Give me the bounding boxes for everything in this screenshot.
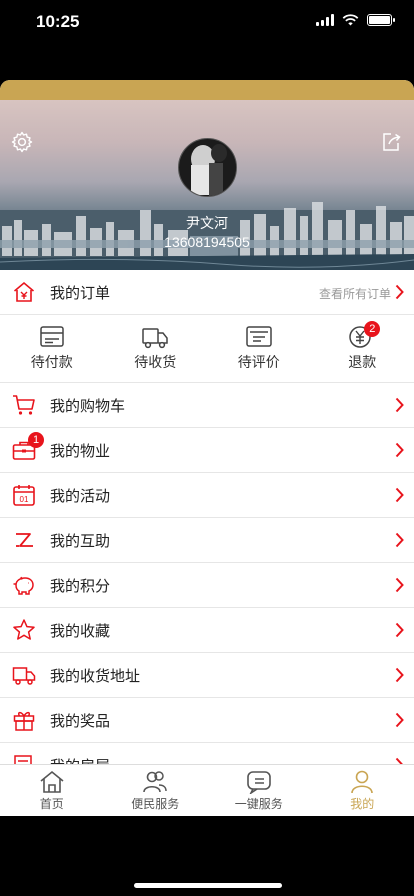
tab-convenience-services[interactable]: 便民服务 [104,765,208,816]
menu-item-mutual-aid[interactable]: 我的互助 [0,518,414,563]
order-status-pending-payment[interactable]: 待付款 [0,315,104,382]
order-house-icon [13,281,35,302]
calendar-icon-text: 01 [20,495,29,504]
signal-icon [316,14,334,26]
order-status-bar: 待付款 待收货 待评价 退款 2 [0,315,414,383]
user-phone: 13608194505 [164,234,250,250]
chevron-right-icon [395,577,404,593]
status-bar: 10:25 [0,0,414,44]
menu-item-label: 我的活动 [50,487,111,505]
menu-item-favorites[interactable]: 我的收藏 [0,608,414,653]
avatar[interactable] [178,138,237,197]
menu-item-prizes[interactable]: 我的奖品 [0,698,414,743]
chevron-right-icon [395,442,404,458]
order-status-pending-review[interactable]: 待评价 [207,315,311,382]
app-screen: 尹文河 13608194505 我的订单 查看所有订单 待付款 待收货 待评价 … [0,80,414,816]
menu-item-label: 我的积分 [50,577,111,595]
profile-header: 尹文河 13608194505 [0,100,414,270]
menu-item-activities[interactable]: 01 我的活动 [0,473,414,518]
bottom-tab-bar: 首页 便民服务 一键服务 我的 [0,764,414,816]
tab-mine[interactable]: 我的 [311,765,414,816]
avatar-photo [179,139,236,196]
service-icon [246,771,271,794]
chevron-right-icon [395,667,404,683]
tab-label: 一键服务 [234,797,283,811]
chevron-right-icon [395,622,404,638]
tab-label: 首页 [39,797,64,811]
view-all-orders-link[interactable]: 查看所有订单 [319,285,391,302]
comment-icon [246,326,272,347]
menu-item-points[interactable]: 我的积分 [0,563,414,608]
settings-gear-icon[interactable] [10,130,34,154]
tab-home[interactable]: 首页 [0,765,104,816]
order-status-label: 待付款 [30,354,73,370]
truck-icon [142,328,168,349]
gift-icon [13,711,35,731]
home-indicator[interactable] [134,883,282,888]
wallet-icon [40,326,64,347]
star-icon [13,619,35,640]
tab-label: 我的 [350,797,375,811]
people-icon [143,771,167,793]
status-icons [316,14,395,26]
tab-label: 便民服务 [131,797,180,811]
chevron-right-icon [395,487,404,503]
exchange-icon [16,533,33,547]
home-icon [40,770,64,793]
order-status-refund[interactable]: 退款 2 [311,315,414,382]
menu-item-label: 我的收藏 [50,622,111,640]
user-name: 尹文河 [186,215,228,231]
tab-one-click-service[interactable]: 一键服务 [207,765,311,816]
refund-count-badge: 2 [364,321,381,337]
chevron-right-icon [395,284,404,300]
delivery-truck-icon [12,667,36,685]
chevron-right-icon [395,712,404,728]
user-icon [351,770,374,794]
property-count-badge: 1 [28,432,44,448]
nav-bar [0,80,414,100]
menu-item-shipping-address[interactable]: 我的收货地址 [0,653,414,698]
battery-icon [367,14,395,26]
wifi-icon [342,14,359,26]
order-status-label: 待收货 [134,354,177,370]
menu-item-cart[interactable]: 我的购物车 [0,383,414,428]
order-status-label: 待评价 [237,354,280,370]
chevron-right-icon [395,397,404,413]
menu-item-label: 我的收货地址 [50,667,141,685]
calendar-icon: 01 [13,485,35,506]
cart-icon [13,395,35,415]
piggy-bank-icon [13,576,34,595]
order-status-label: 退款 [348,354,377,370]
menu-item-label: 我的物业 [50,442,111,460]
menu-item-label: 我的互助 [50,532,111,550]
my-orders-row[interactable]: 我的订单 查看所有订单 [0,270,414,315]
menu-item-label: 我的购物车 [50,397,126,415]
share-icon[interactable] [380,131,402,153]
chevron-right-icon [395,532,404,548]
menu-item-property[interactable]: 1 我的物业 [0,428,414,473]
order-status-pending-receipt[interactable]: 待收货 [104,315,208,382]
my-orders-label: 我的订单 [50,284,111,302]
status-time: 10:25 [36,12,80,31]
menu-item-label: 我的奖品 [50,712,111,730]
